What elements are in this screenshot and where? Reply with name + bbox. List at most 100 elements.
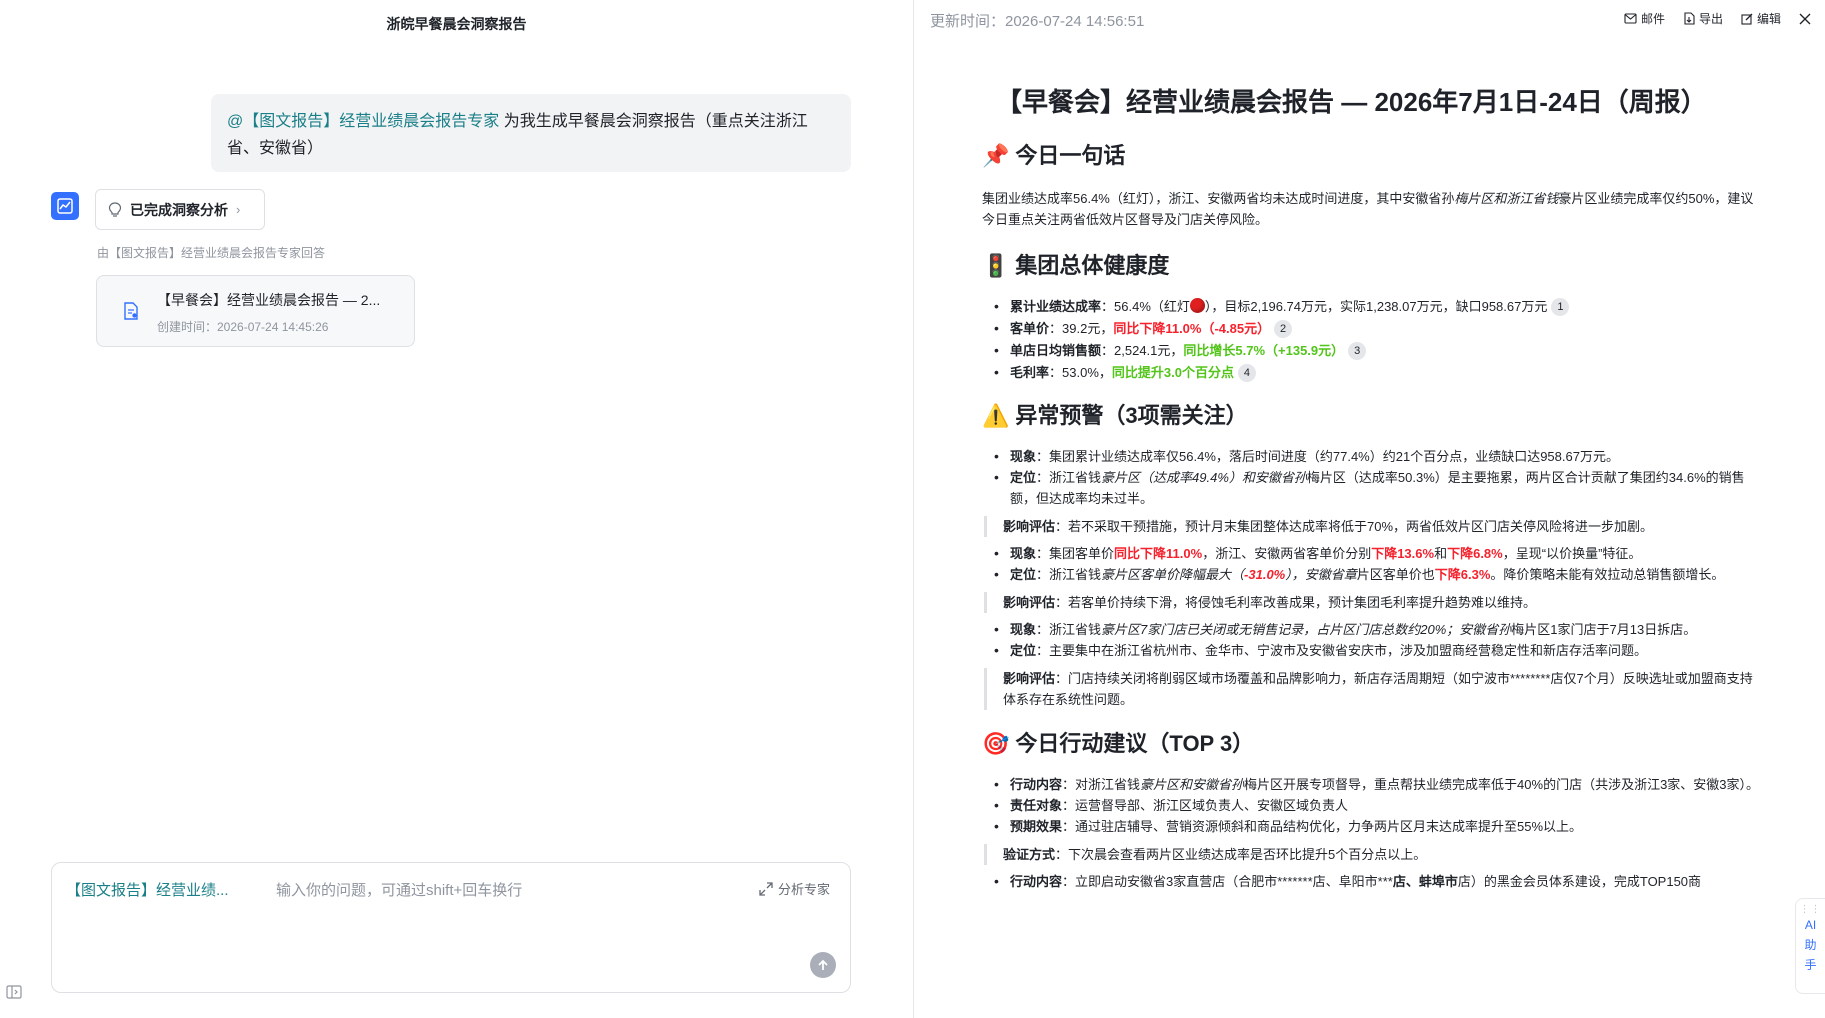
section-heading-text: 集团总体健康度 — [1015, 253, 1170, 278]
action-list-1: 行动内容：对浙江省钱豪片区和安徽省孙梅片区开展专项督导，重点帮扶业绩完成率低于4… — [982, 774, 1762, 837]
summary-text: 集团业绩达成率56.4%（红灯），浙江、安徽两省均未达成时间进度，其中安徽省孙 — [982, 191, 1455, 206]
insight-analysis-label: 已完成洞察分析 — [130, 201, 228, 218]
chevron-right-icon: › — [236, 202, 241, 217]
health-metrics-list: 累计业绩达成率：56.4%（红灯 ），目标2,196.74万元，实际1,238.0… — [982, 296, 1762, 383]
section-heading-actions: 🎯 今日行动建议（TOP 3） — [982, 728, 1762, 760]
item-text: ：通过驻店辅导、营销资源倾斜和商品结构优化，力争两片区月末达成率提升至55%以上… — [1062, 819, 1583, 834]
metric-label: 毛利率 — [1010, 365, 1050, 380]
item-label: 定位 — [1010, 643, 1037, 658]
list-item: 现象：集团客单价同比下降11.0%，浙江、安徽两省客单价分别下降13.6%和下降… — [982, 543, 1762, 564]
item-text: ：立即启动安徽省3家直营店（合肥市*******店、阜阳市*** — [1062, 874, 1393, 889]
metric-text: ：53.0%， — [1049, 365, 1112, 380]
list-item: 单店日均销售额：2,524.1元，同比增长5.7%（+135.9元）3 — [982, 340, 1762, 361]
item-label: 现象 — [1010, 546, 1037, 561]
analysis-expert-label: 分析专家 — [777, 882, 830, 897]
edit-label: 编辑 — [1756, 12, 1781, 26]
quote-label: 影响评估 — [1003, 671, 1056, 686]
send-button[interactable] — [810, 952, 836, 978]
insight-analysis-toggle[interactable]: 已完成洞察分析 › — [95, 189, 265, 230]
item-label: 定位 — [1010, 470, 1037, 485]
quote-text: ：门店持续关闭将削弱区域市场覆盖和品牌影响力，新店存活周期短（如宁波市*****… — [1003, 671, 1753, 707]
bot-avatar — [51, 192, 79, 220]
alert-list-2: 现象：集团客单价同比下降11.0%，浙江、安徽两省客单价分别下降13.6%和下降… — [982, 543, 1762, 585]
item-text: ，浙江、安徽两省客单价分别 — [1202, 546, 1372, 561]
mail-button[interactable]: 邮件 — [1624, 10, 1665, 27]
list-item: 预期效果：通过驻店辅导、营销资源倾斜和商品结构优化，力争两片区月末达成率提升至5… — [982, 816, 1762, 837]
citation-badge[interactable]: 3 — [1348, 342, 1367, 360]
list-item: 现象：集团累计业绩达成率仅56.4%，落后时间进度（约77.4%）约21个百分点… — [982, 446, 1762, 467]
item-label: 定位 — [1010, 567, 1037, 582]
impact-quote: 影响评估：若客单价持续下滑，将侵蚀毛利率改善成果，预计集团毛利率提升趋势难以维持… — [984, 592, 1762, 613]
update-time: 更新时间：2026-07-24 14:56:51 — [930, 13, 1145, 30]
item-text: ：对浙江省钱 — [1062, 777, 1141, 792]
quote-text: ：下次晨会查看两片区业绩达成率是否环比提升5个百分点以上。 — [1055, 847, 1427, 862]
mail-icon — [1624, 13, 1637, 24]
expert-mention[interactable]: @【图文报告】经营业绩晨会报告专家 — [227, 113, 499, 130]
citation-badge[interactable]: 4 — [1237, 364, 1256, 382]
item-text-bold: 店、蚌埠市 — [1392, 874, 1458, 889]
summary-text-em: 梅片区和浙江省钱 — [1454, 191, 1559, 206]
metric-label: 累计业绩达成率 — [1010, 299, 1102, 314]
collapse-sidebar-icon[interactable] — [6, 985, 22, 1004]
quote-label: 影响评估 — [1003, 519, 1056, 534]
item-label: 行动内容 — [1010, 874, 1063, 889]
close-icon — [1799, 13, 1811, 24]
item-text-em: 豪片区客单价降幅最大（ — [1101, 567, 1245, 582]
item-text: ：运营督导部、浙江区域负责人、安徽区域负责人 — [1062, 798, 1349, 813]
export-label: 导出 — [1698, 12, 1723, 26]
item-label: 现象 — [1010, 622, 1037, 637]
item-text: ，呈现“以价换量”特征。 — [1502, 546, 1642, 561]
report-panel: 更新时间：2026-07-24 14:56:51 邮件 导出 编辑 【早餐会】经… — [914, 0, 1825, 1018]
chat-input-placeholder[interactable]: 输入你的问题，可通过shift+回车换行 — [276, 879, 522, 900]
item-text: ：浙江省钱 — [1036, 622, 1102, 637]
expert-chip[interactable]: 【图文报告】经营业绩... — [66, 879, 229, 900]
metric-text: ：2,524.1元， — [1101, 343, 1184, 358]
report-content: 【早餐会】经营业绩晨会报告 — 2026年7月1日-24日（周报） 📌 今日一句… — [982, 82, 1762, 892]
item-text: 。降价策略未能有效拉动总销售额增长。 — [1490, 567, 1725, 582]
report-toolbar: 邮件 导出 编辑 — [1624, 10, 1811, 27]
list-item: 现象：浙江省钱豪片区7家门店已关闭或无销售记录，占片区门店总数约20%；安徽省孙… — [982, 619, 1762, 640]
app-window: 浙皖早餐晨会洞察报告 @【图文报告】经营业绩晨会报告专家 为我生成早餐晨会洞察报… — [0, 0, 1825, 1018]
impact-quote: 影响评估：门店持续关闭将削弱区域市场覆盖和品牌影响力，新店存活周期短（如宁波市*… — [984, 668, 1762, 710]
item-text-em: ），安徽省章 — [1285, 567, 1357, 582]
list-item: 毛利率：53.0%，同比提升3.0个百分点4 — [982, 362, 1762, 383]
arrow-up-icon — [818, 959, 828, 970]
reply-attribution: 由【图文报告】经营业绩晨会报告专家回答 — [97, 246, 326, 260]
item-decline: 同比下降11.0% — [1114, 546, 1203, 561]
quote-text: ：若客单价持续下滑，将侵蚀毛利率改善成果，预计集团毛利率提升趋势难以维持。 — [1055, 595, 1537, 610]
section-heading-summary: 📌 今日一句话 — [982, 140, 1762, 172]
item-text: ：浙江省钱 — [1036, 470, 1102, 485]
edit-button[interactable]: 编辑 — [1741, 10, 1781, 27]
analysis-expert-button[interactable]: 分析专家 — [759, 879, 830, 898]
document-created-time: 创建时间：2026-07-24 14:45:26 — [157, 320, 329, 334]
item-text: 和 — [1434, 546, 1448, 561]
list-item: 定位：浙江省钱豪片区客单价降幅最大（-31.0%），安徽省章片区客单价也下降6.… — [982, 564, 1762, 585]
report-document-card[interactable]: 【早餐会】经营业绩晨会报告 — 2... 创建时间：2026-07-24 14:… — [96, 275, 415, 347]
lightbulb-icon — [108, 201, 122, 218]
section-heading-alerts: ⚠️ 异常预警（3项需关注） — [982, 400, 1762, 432]
item-text-em: 豪片区7家门店已关闭或无销售记录，占片区门店总数约20%；安徽省孙 — [1101, 622, 1512, 637]
citation-badge[interactable]: 1 — [1551, 298, 1570, 316]
citation-badge[interactable]: 2 — [1274, 320, 1293, 338]
export-button[interactable]: 导出 — [1683, 10, 1723, 27]
chat-title: 浙皖早餐晨会洞察报告 — [386, 16, 527, 32]
user-message: @【图文报告】经营业绩晨会报告专家 为我生成早餐晨会洞察报告（重点关注浙江省、安… — [211, 94, 851, 172]
item-label: 责任对象 — [1010, 798, 1063, 813]
chat-input-box[interactable]: 【图文报告】经营业绩... 输入你的问题，可通过shift+回车换行 分析专家 — [51, 862, 851, 993]
item-text: 片区客单价也 — [1356, 567, 1435, 582]
close-button[interactable] — [1799, 13, 1811, 25]
item-text: 梅片区开展专项督导，重点帮扶业绩完成率低于40%的门店（共涉及浙江3家、安徽3家… — [1244, 777, 1760, 792]
drag-handle-icon[interactable]: ⋮⋮ — [1800, 905, 1822, 915]
list-item: 定位：浙江省钱豪片区（达成率49.4%）和安徽省孙梅片区（达成率50.3%）是主… — [982, 467, 1762, 509]
pushpin-icon: 📌 — [982, 143, 1010, 168]
section-heading-text: 今日行动建议（TOP 3） — [1015, 731, 1255, 756]
section-heading-health: 🚦 集团总体健康度 — [982, 250, 1762, 282]
list-item: 行动内容：立即启动安徽省3家直营店（合肥市*******店、阜阳市***店、蚌埠… — [982, 871, 1762, 892]
metric-text: ：56.4%（红灯 — [1101, 299, 1190, 314]
item-label: 预期效果 — [1010, 819, 1063, 834]
metric-text: ：39.2元， — [1049, 321, 1114, 336]
section-heading-text: 今日一句话 — [1015, 143, 1126, 168]
target-icon: 🎯 — [982, 731, 1010, 756]
edit-icon — [1741, 13, 1753, 25]
ai-assistant-button[interactable]: ⋮⋮ AI 助 手 — [1795, 898, 1825, 994]
